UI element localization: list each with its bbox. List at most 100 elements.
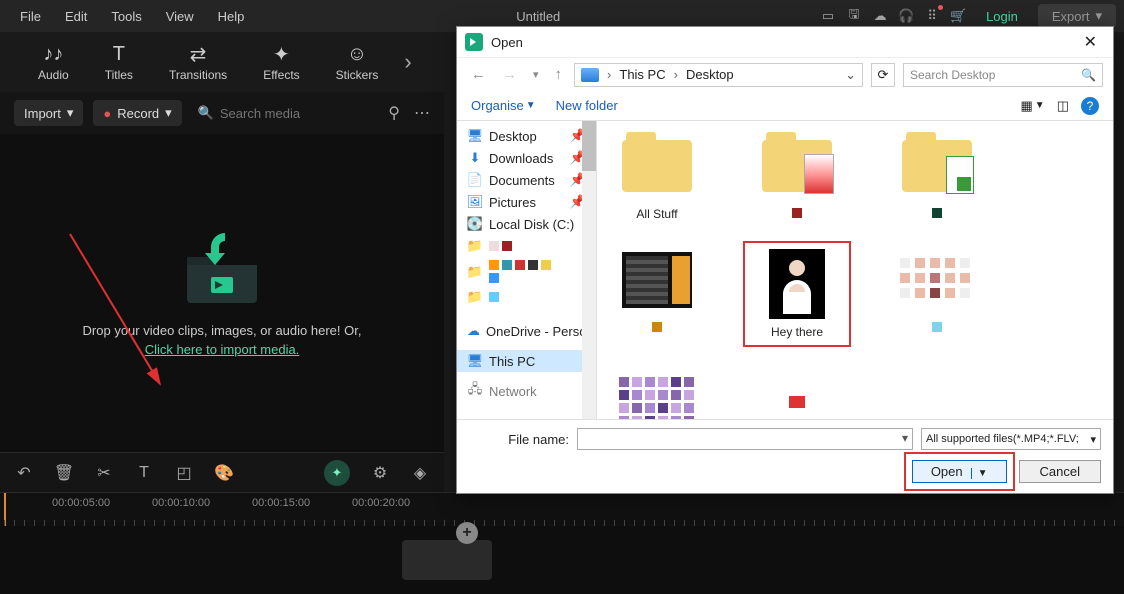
dialog-titlebar: Open ✕ [457, 27, 1113, 57]
refresh-icon[interactable]: ⟳ [871, 63, 895, 87]
empty-clip-slot[interactable] [402, 540, 492, 580]
chevron-down-icon: ▼ [526, 100, 536, 111]
folder-item-allstuff[interactable]: All Stuff [607, 131, 707, 221]
import-bar: Import▾ ●Record▾ 🔍 ⚲ ⋯ [0, 92, 444, 134]
sidebar-network[interactable]: 🖧Network [457, 380, 596, 402]
chevron-down-icon[interactable]: ⌄ [845, 67, 856, 83]
nav-back-icon[interactable]: ← [467, 66, 490, 83]
folder-item[interactable] [747, 131, 847, 221]
search-icon: 🔍 [1081, 68, 1096, 82]
tab-effects[interactable]: ✦Effects [245, 38, 317, 86]
nav-up-icon[interactable]: ↑ [551, 66, 567, 83]
new-folder-button[interactable]: New folder [556, 98, 618, 113]
filename-input[interactable] [577, 428, 913, 450]
view-mode-icon[interactable]: ▦ ▼ [1021, 98, 1045, 114]
breadcrumb[interactable]: › This PC › Desktop ⌄ [574, 63, 863, 87]
sidebar-item[interactable]: 📁 [457, 286, 596, 308]
open-button[interactable]: Open▼ [912, 460, 1007, 483]
chevron-down-icon: ▾ [67, 105, 74, 121]
record-button[interactable]: ●Record▾ [93, 100, 181, 126]
more-icon[interactable]: ⋯ [414, 103, 430, 123]
sidebar-item[interactable]: 📁 [457, 235, 596, 257]
tab-stickers[interactable]: ☺Stickers [318, 38, 397, 86]
file-type-filter[interactable]: All supported files(*.MP4;*.FLV; [921, 428, 1101, 450]
file-item[interactable] [887, 245, 987, 343]
menu-edit[interactable]: Edit [53, 3, 99, 30]
search-placeholder: Search Desktop [910, 68, 995, 82]
settings-icon[interactable]: ⚙ [370, 463, 390, 483]
file-list[interactable]: All Stuff Hey there [597, 121, 1113, 419]
close-icon[interactable]: ✕ [1076, 30, 1105, 54]
dialog-title: Open [491, 35, 523, 50]
text-tool-icon[interactable]: T [134, 463, 154, 483]
timeline-ruler[interactable]: 00:00:05:00 00:00:10:00 00:00:15:00 00:0… [0, 492, 1124, 526]
sidebar-thispc[interactable]: 🖥This PC [457, 350, 596, 372]
app-icon [465, 33, 483, 51]
login-button[interactable]: Login [976, 5, 1028, 28]
import-folder-icon [177, 229, 267, 299]
tab-titles[interactable]: TTitles [87, 38, 151, 86]
sidebar-onedrive[interactable]: ☁OneDrive - Person [457, 320, 596, 342]
preview-pane-icon[interactable]: ◫ [1057, 98, 1069, 114]
marker-icon[interactable]: ◈ [410, 463, 430, 483]
folder-item[interactable] [607, 245, 707, 343]
sidebar-desktop[interactable]: 🖥Desktop📌 [457, 125, 596, 147]
color-icon[interactable]: 🎨 [214, 463, 234, 483]
cut-icon[interactable]: ✂ [94, 463, 114, 483]
delete-icon[interactable]: 🗑 [54, 463, 74, 483]
desktop-icon: 🖥 [467, 128, 483, 144]
crumb-thispc[interactable]: This PC [619, 67, 665, 82]
nav-forward-icon: → [498, 66, 521, 83]
sidebar-pictures[interactable]: 🖼Pictures📌 [457, 191, 596, 213]
sidebar-item[interactable]: 📁 [457, 257, 596, 286]
headset-icon[interactable]: 🎧 [898, 8, 914, 24]
filename-label: File name: [469, 432, 569, 447]
document-icon: 📄 [467, 172, 483, 188]
media-panel[interactable]: Drop your video clips, images, or audio … [0, 134, 444, 452]
file-item-heythere[interactable]: Hey there [747, 245, 847, 343]
tab-audio[interactable]: ♪♪Audio [20, 38, 87, 86]
media-search-input[interactable] [220, 106, 370, 121]
ruler-mark: 00:00:10:00 [152, 497, 210, 509]
file-item[interactable] [747, 367, 847, 419]
add-track-button[interactable]: + [456, 522, 478, 544]
crop-icon[interactable]: ◰ [174, 463, 194, 483]
help-icon[interactable]: ? [1081, 97, 1099, 115]
filter-icon[interactable]: ⚲ [388, 103, 400, 123]
folder-item[interactable] [887, 131, 987, 221]
folder-icon: 📁 [467, 264, 483, 280]
layout-icon[interactable]: ▭ [820, 8, 836, 24]
cloud-icon[interactable]: ☁ [872, 8, 888, 24]
undo-icon[interactable]: ↶ [14, 463, 34, 483]
import-button[interactable]: Import▾ [14, 100, 83, 126]
menu-file[interactable]: File [8, 3, 53, 30]
cart-icon[interactable]: 🛒 [950, 8, 966, 24]
save-icon[interactable]: 🖫 [846, 8, 862, 24]
media-search[interactable]: 🔍 [192, 105, 379, 121]
dialog-sidebar: 🖥Desktop📌 ⬇Downloads📌 📄Documents📌 🖼Pictu… [457, 121, 597, 419]
sparkle-icon: ✦ [273, 42, 290, 66]
organise-menu[interactable]: Organise ▼ [471, 98, 536, 113]
dialog-search[interactable]: Search Desktop 🔍 [903, 63, 1103, 87]
sidebar-scrollbar[interactable] [582, 121, 596, 419]
menu-tools[interactable]: Tools [99, 3, 153, 30]
nav-recent-icon[interactable]: ▾ [529, 68, 543, 81]
ai-assistant-icon[interactable]: ✦ [324, 460, 350, 486]
import-media-link[interactable]: Click here to import media. [145, 342, 300, 357]
sidebar-localdisk[interactable]: 💽Local Disk (C:) [457, 213, 596, 235]
timeline-track-area[interactable]: + [0, 526, 1124, 594]
file-item[interactable] [607, 367, 707, 419]
open-dropdown-icon[interactable]: ▼ [971, 468, 988, 479]
export-button[interactable]: Export▾ [1038, 4, 1116, 28]
sidebar-downloads[interactable]: ⬇Downloads📌 [457, 147, 596, 169]
menu-view[interactable]: View [154, 3, 206, 30]
menu-help[interactable]: Help [206, 3, 257, 30]
cancel-button[interactable]: Cancel [1019, 460, 1101, 483]
tabs-overflow-icon[interactable]: › [404, 49, 411, 75]
tab-transitions[interactable]: ⇄Transitions [151, 38, 245, 86]
ruler-mark: 00:00:05:00 [52, 497, 110, 509]
crumb-desktop[interactable]: Desktop [686, 67, 734, 82]
sidebar-documents[interactable]: 📄Documents📌 [457, 169, 596, 191]
apps-icon[interactable]: ⠿ [924, 8, 940, 24]
ruler-mark: 00:00:15:00 [252, 497, 310, 509]
